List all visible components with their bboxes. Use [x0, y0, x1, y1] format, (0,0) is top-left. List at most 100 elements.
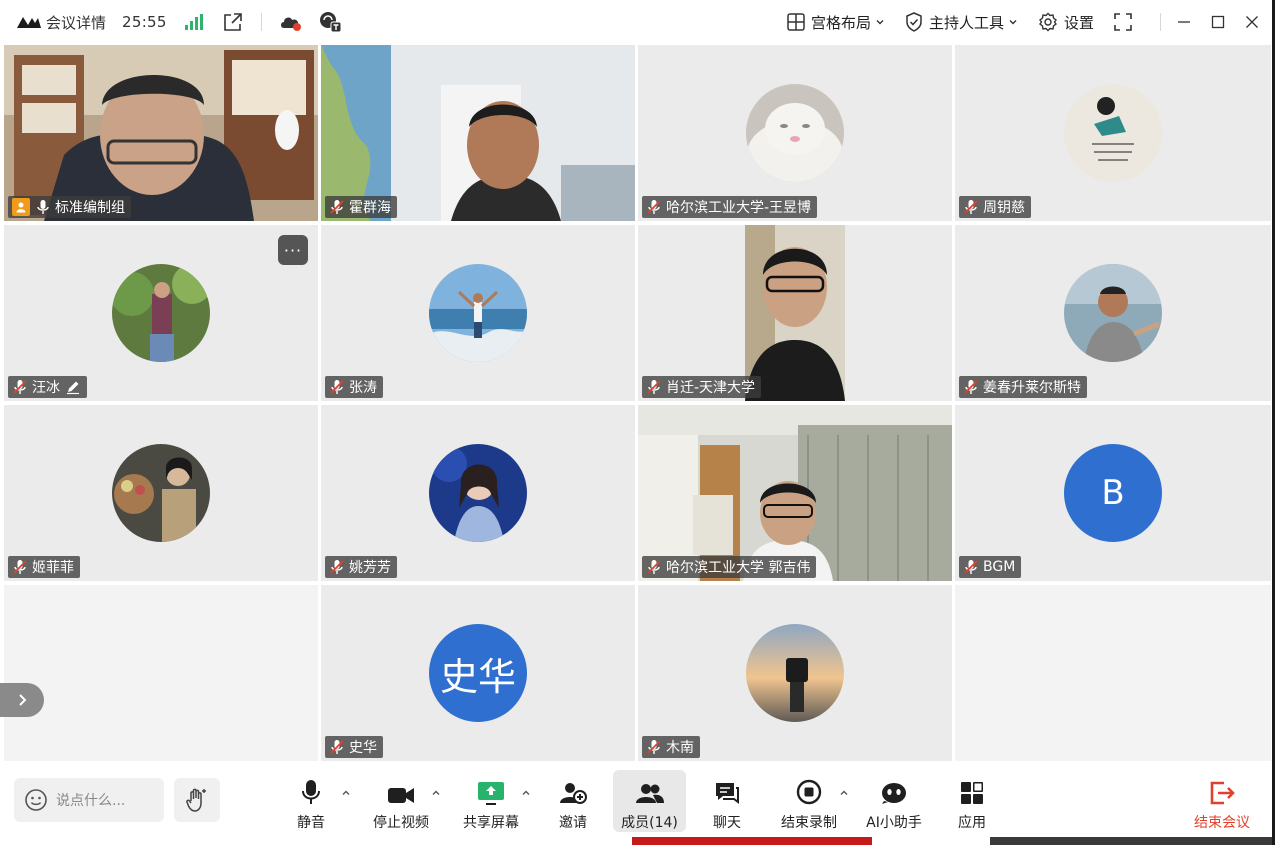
participant-name: 肖迁-天津大学	[666, 380, 756, 396]
end-meeting-button[interactable]: 结束会议	[1190, 770, 1254, 832]
stop-recording-icon	[796, 779, 822, 805]
avatar	[746, 84, 844, 182]
mute-button[interactable]: 静音	[290, 770, 332, 832]
participant-name-tag: BGM	[959, 556, 1022, 578]
participant-tile[interactable]: 肖迁-天津大学	[638, 225, 952, 401]
cloud-recording-icon[interactable]	[278, 12, 302, 32]
layout-dropdown[interactable]: 宫格布局	[787, 12, 885, 33]
mute-options-caret[interactable]	[341, 788, 351, 798]
meeting-details-link[interactable]: 会议详情	[46, 12, 106, 33]
microphone-muted-icon	[330, 740, 344, 754]
participant-name: BGM	[983, 559, 1016, 575]
participant-tile[interactable]: 张涛	[321, 225, 635, 401]
title-bar: 会议详情 25:55 宫格布局 主持人工具 设置	[0, 0, 1275, 44]
participant-tile[interactable]: 姚芳芳	[321, 405, 635, 581]
participant-name-tag: 姚芳芳	[325, 556, 397, 578]
microphone-muted-icon	[330, 380, 344, 394]
participant-tile[interactable]: 姬菲菲	[4, 405, 318, 581]
avatar	[429, 264, 527, 362]
share-screen-button[interactable]: 共享屏幕	[458, 770, 524, 832]
captions-icon[interactable]	[318, 11, 342, 33]
maximize-button[interactable]	[1201, 0, 1235, 44]
signal-strength-icon[interactable]	[184, 14, 203, 30]
exit-icon	[1210, 781, 1235, 805]
microphone-muted-icon	[647, 380, 661, 394]
participant-tile[interactable]: ··· 汪冰	[4, 225, 318, 401]
more-options-button[interactable]: ···	[278, 235, 308, 265]
raise-hand-button[interactable]	[174, 778, 220, 822]
participant-tile-host[interactable]: 标准编制组	[4, 45, 318, 221]
stop-recording-button[interactable]: 结束录制	[777, 770, 841, 832]
invite-button[interactable]: 邀请	[552, 770, 594, 832]
participant-tile[interactable]: 木南	[638, 585, 952, 761]
participant-name-tag: 霍群海	[325, 196, 397, 218]
participant-name-tag: 汪冰	[8, 376, 87, 398]
meeting-toolbar: 说点什么... 静音 停止视频 共享屏幕 邀请 成员(14) 聊天 结束录制 A…	[0, 764, 1275, 837]
participant-name: 哈尔滨工业大学-王昱博	[666, 200, 812, 216]
video-options-caret[interactable]	[431, 788, 441, 798]
apps-label: 应用	[958, 815, 986, 831]
tencent-meeting-logo-icon	[17, 17, 41, 28]
participant-name: 标准编制组	[55, 200, 125, 216]
participant-tile[interactable]: 霍群海	[321, 45, 635, 221]
expand-panel-button[interactable]	[0, 683, 44, 717]
participant-tile[interactable]: B BGM	[955, 405, 1271, 581]
participant-name-tag: 哈尔滨工业大学 郭吉伟	[642, 556, 817, 578]
participant-name-tag: 木南	[642, 736, 700, 758]
invite-label: 邀请	[559, 815, 587, 831]
participant-name-tag: 姬菲菲	[8, 556, 80, 578]
participant-name: 霍群海	[349, 200, 391, 216]
stop-video-button[interactable]: 停止视频	[368, 770, 434, 832]
emoji-icon	[25, 789, 47, 811]
participant-name-tag: 哈尔滨工业大学-王昱博	[642, 196, 818, 218]
microphone-muted-icon	[330, 200, 344, 214]
chevron-down-icon	[1009, 20, 1017, 25]
settings-button[interactable]: 设置	[1038, 12, 1094, 33]
microphone-muted-icon	[964, 200, 978, 214]
close-button[interactable]	[1235, 0, 1269, 44]
participant-name: 张涛	[349, 380, 377, 396]
minimize-button[interactable]	[1167, 0, 1201, 44]
members-icon	[635, 784, 664, 803]
participant-tile[interactable]: 姜春升莱尔斯特	[955, 225, 1271, 401]
host-tools-dropdown[interactable]: 主持人工具	[905, 12, 1018, 33]
video-camera-icon	[388, 788, 414, 803]
recording-options-caret[interactable]	[839, 788, 849, 798]
participant-name: 周钥慈	[983, 200, 1025, 216]
apps-button[interactable]: 应用	[951, 770, 993, 832]
chevron-down-icon	[876, 20, 884, 25]
empty-tile	[4, 585, 318, 761]
gear-icon	[1039, 12, 1057, 32]
participant-name-tag: 史华	[325, 736, 383, 758]
avatar	[746, 624, 844, 722]
minimize-icon	[1178, 21, 1190, 23]
share-external-icon[interactable]	[223, 12, 243, 32]
ai-assistant-button[interactable]: AI小助手	[862, 770, 926, 832]
participant-tile[interactable]: 哈尔滨工业大学 郭吉伟	[638, 405, 952, 581]
microphone-muted-icon	[13, 380, 27, 394]
desktop-background-strip	[0, 837, 1275, 845]
avatar	[1064, 84, 1162, 182]
participant-name: 姜春升莱尔斯特	[983, 380, 1081, 396]
avatar	[1064, 264, 1162, 362]
quick-chat-input[interactable]: 说点什么...	[14, 778, 164, 822]
chat-button[interactable]: 聊天	[706, 770, 748, 832]
settings-label: 设置	[1063, 13, 1094, 32]
chat-bubble-icon	[716, 783, 739, 804]
avatar: 史华	[429, 624, 527, 722]
meeting-timer: 25:55	[122, 13, 167, 31]
microphone-muted-icon	[964, 560, 978, 574]
participant-tile[interactable]: 史华 史华	[321, 585, 635, 761]
avatar	[112, 444, 210, 542]
members-button[interactable]: 成员(14)	[613, 770, 686, 832]
shield-check-icon	[906, 12, 922, 32]
participant-name: 姬菲菲	[32, 560, 74, 576]
maximize-icon	[1211, 15, 1225, 29]
share-options-caret[interactable]	[521, 788, 531, 798]
microphone-muted-icon	[647, 560, 661, 574]
fullscreen-button[interactable]	[1114, 13, 1138, 31]
participant-tile[interactable]: 周钥慈	[955, 45, 1271, 221]
participant-name: 汪冰	[32, 380, 60, 396]
layout-label: 宫格布局	[810, 13, 871, 32]
participant-tile[interactable]: 哈尔滨工业大学-王昱博	[638, 45, 952, 221]
